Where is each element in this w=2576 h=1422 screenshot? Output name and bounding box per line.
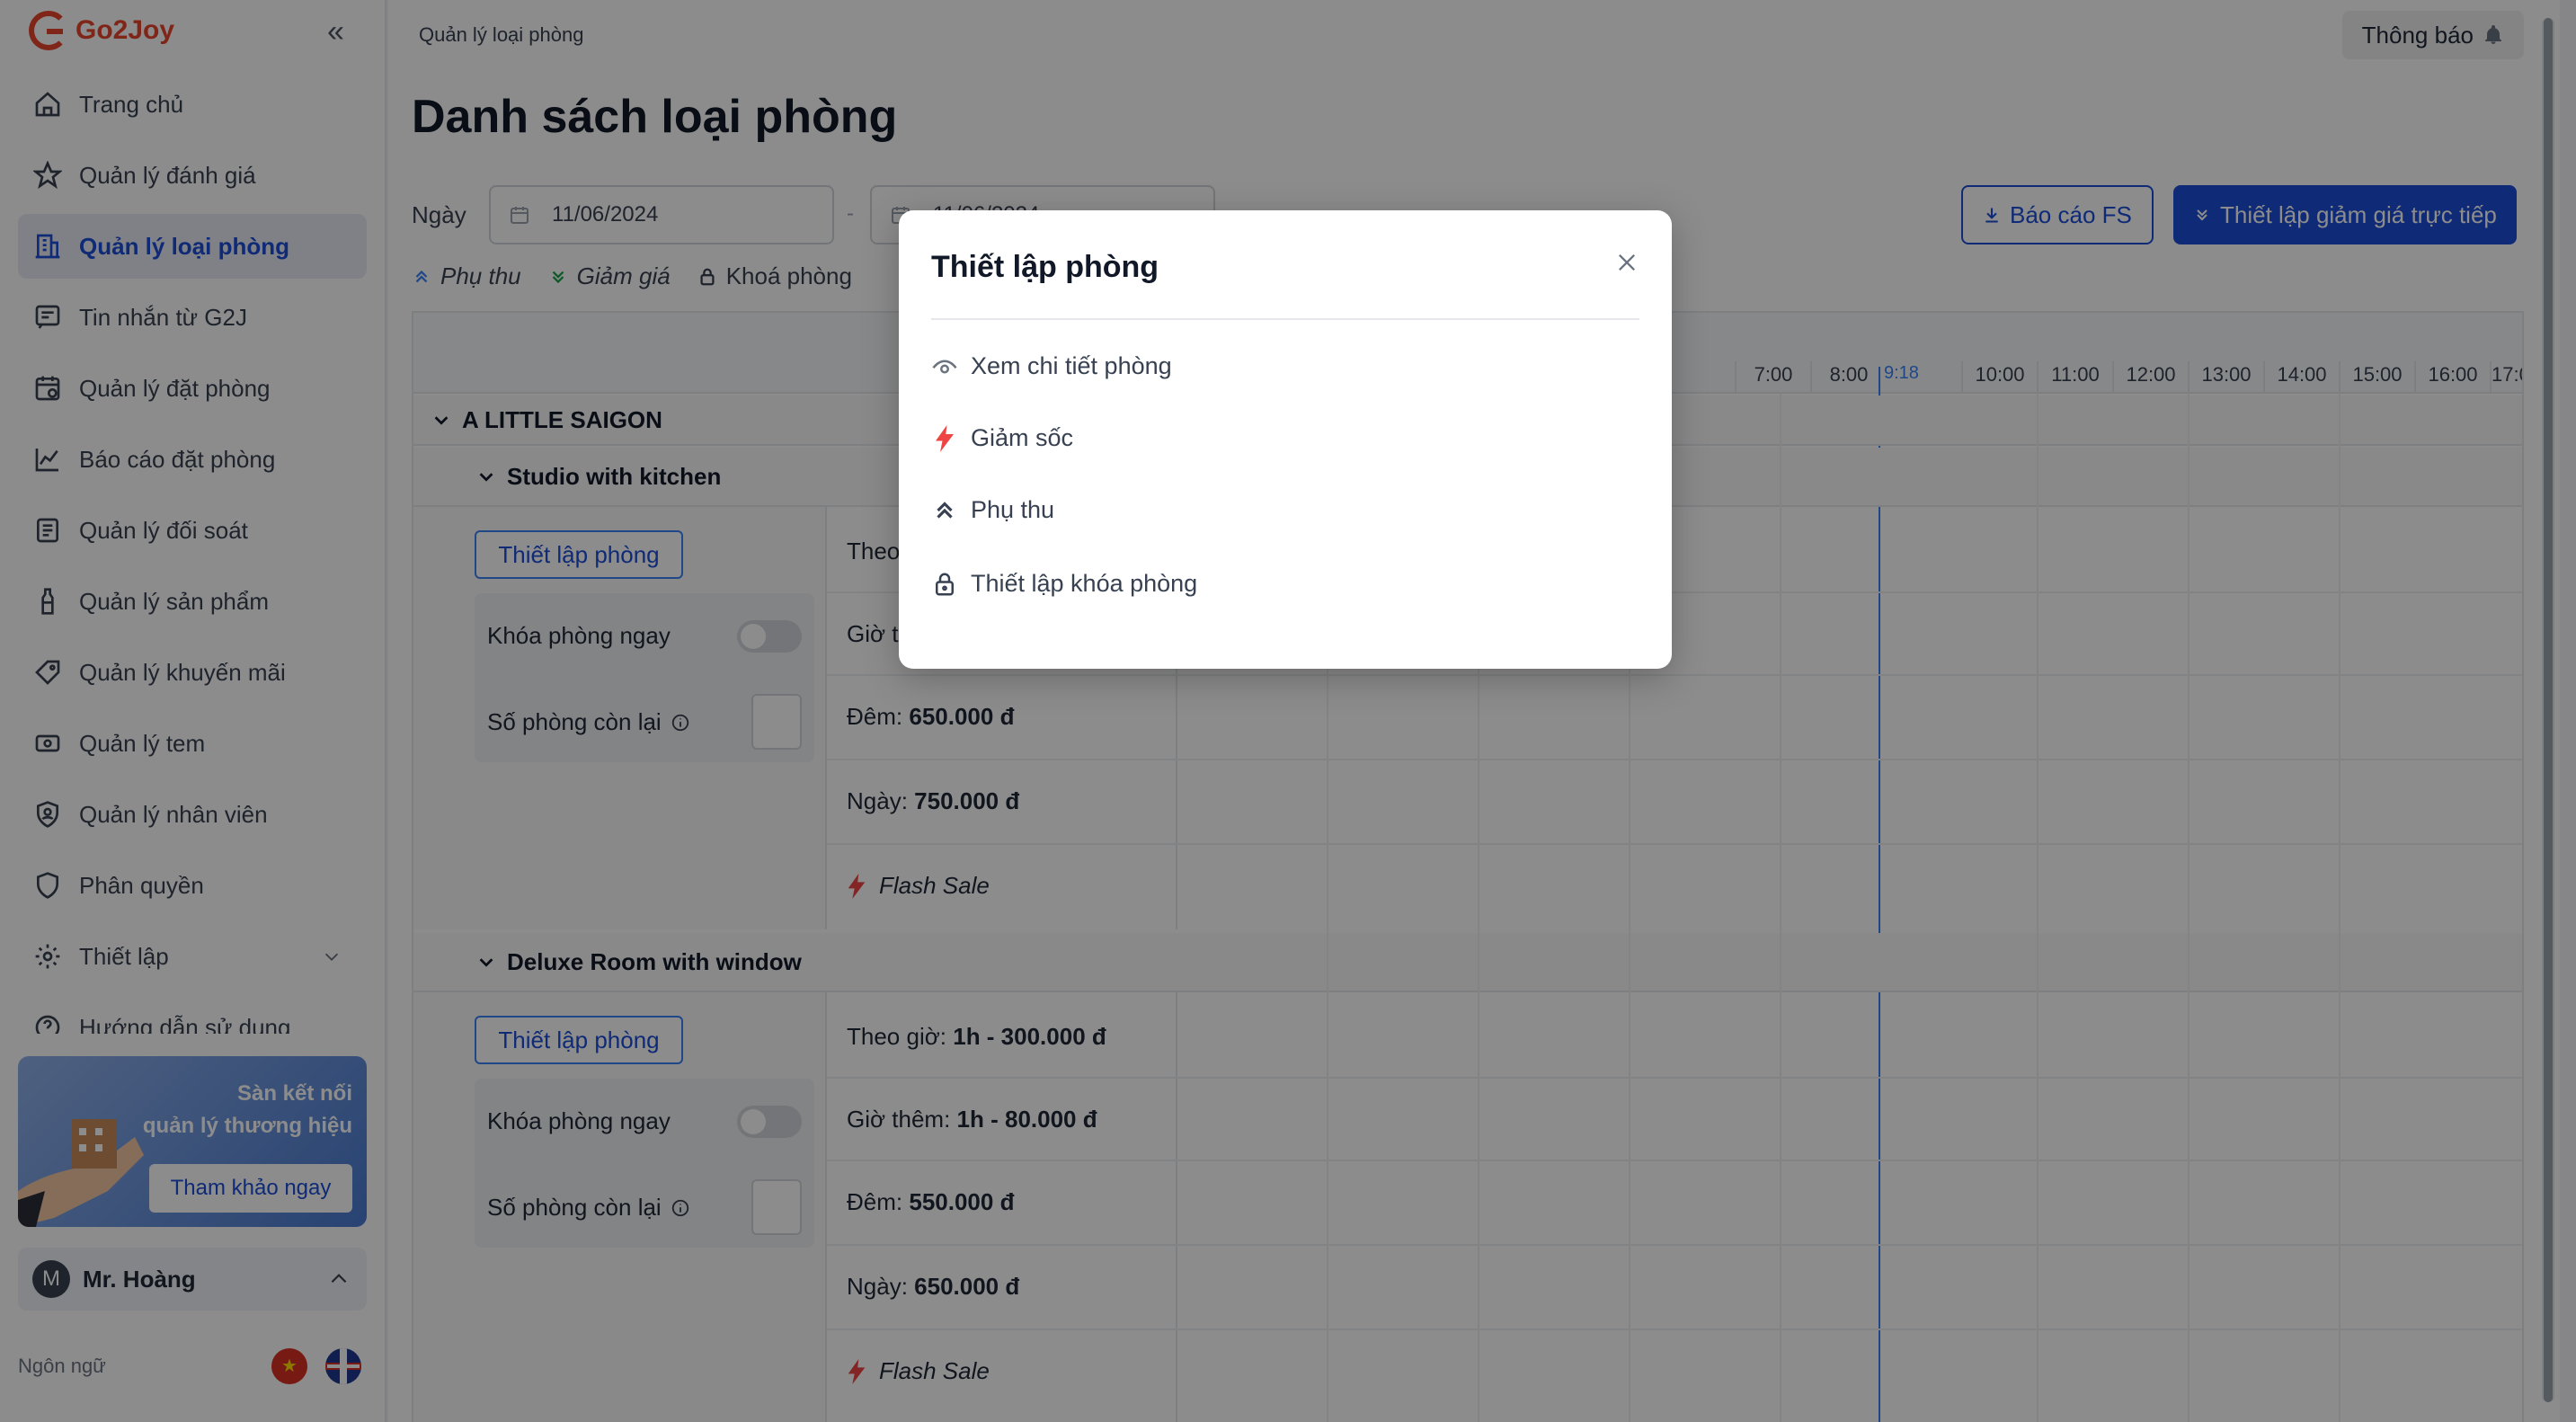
lock-setting-item[interactable]: Thiết lập khóa phòng [931, 570, 1197, 598]
eye-icon [932, 359, 957, 373]
lock-setting-label: Thiết lập khóa phòng [971, 570, 1198, 597]
view-room-detail-item[interactable]: Xem chi tiết phòng [931, 352, 1172, 380]
surcharge-label: Phụ thu [971, 496, 1055, 523]
view-room-detail-label: Xem chi tiết phòng [971, 352, 1172, 379]
lock-icon [936, 573, 954, 595]
modal-divider [931, 318, 1639, 320]
room-settings-modal: Thiết lập phòng Xem chi tiết phòng Giảm … [899, 210, 1672, 669]
surcharge-item[interactable]: Phụ thu [931, 496, 1054, 524]
flash-discount-label: Giảm sốc [971, 424, 1074, 451]
flash-discount-item[interactable]: Giảm sốc [931, 424, 1073, 452]
close-icon[interactable] [1614, 250, 1639, 275]
lightning-icon [936, 424, 954, 452]
modal-title: Thiết lập phòng [931, 250, 1159, 284]
double-chevron-up-icon [937, 501, 953, 519]
